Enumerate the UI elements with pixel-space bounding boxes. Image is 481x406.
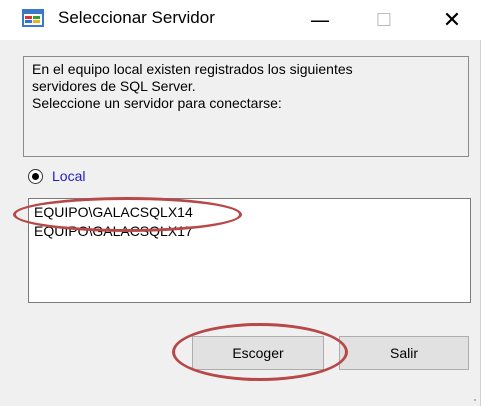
maximize-icon: ☐ — [375, 9, 393, 31]
server-list-item[interactable]: EQUIPO\GALACSQLX14 — [34, 203, 465, 222]
maximize-button[interactable]: ☐ — [361, 0, 407, 40]
title-bar: Seleccionar Servidor — ☐ ✕ — [0, 0, 481, 40]
resize-grip-icon[interactable] — [467, 392, 477, 402]
window-title: Seleccionar Servidor — [58, 8, 215, 27]
minimize-button[interactable]: — — [297, 0, 343, 40]
radio-selected-dot — [32, 172, 39, 180]
exit-button[interactable]: Salir — [339, 336, 469, 370]
server-list[interactable]: EQUIPO\GALACSQLX14 EQUIPO\GALACSQLX17 — [28, 198, 471, 303]
local-radio-option[interactable]: Local — [28, 166, 85, 186]
close-button[interactable]: ✕ — [429, 0, 475, 40]
choose-button[interactable]: Escoger — [192, 336, 324, 370]
local-radio-button[interactable] — [28, 168, 43, 184]
close-icon: ✕ — [442, 7, 462, 33]
select-server-dialog: Seleccionar Servidor — ☐ ✕ En el equipo … — [0, 0, 481, 406]
server-list-item[interactable]: EQUIPO\GALACSQLX17 — [34, 222, 465, 241]
minimize-icon: — — [310, 8, 330, 32]
local-radio-label[interactable]: Local — [52, 168, 85, 184]
info-message: En el equipo local existen registrados l… — [23, 56, 469, 157]
windows-form-icon — [22, 9, 44, 27]
